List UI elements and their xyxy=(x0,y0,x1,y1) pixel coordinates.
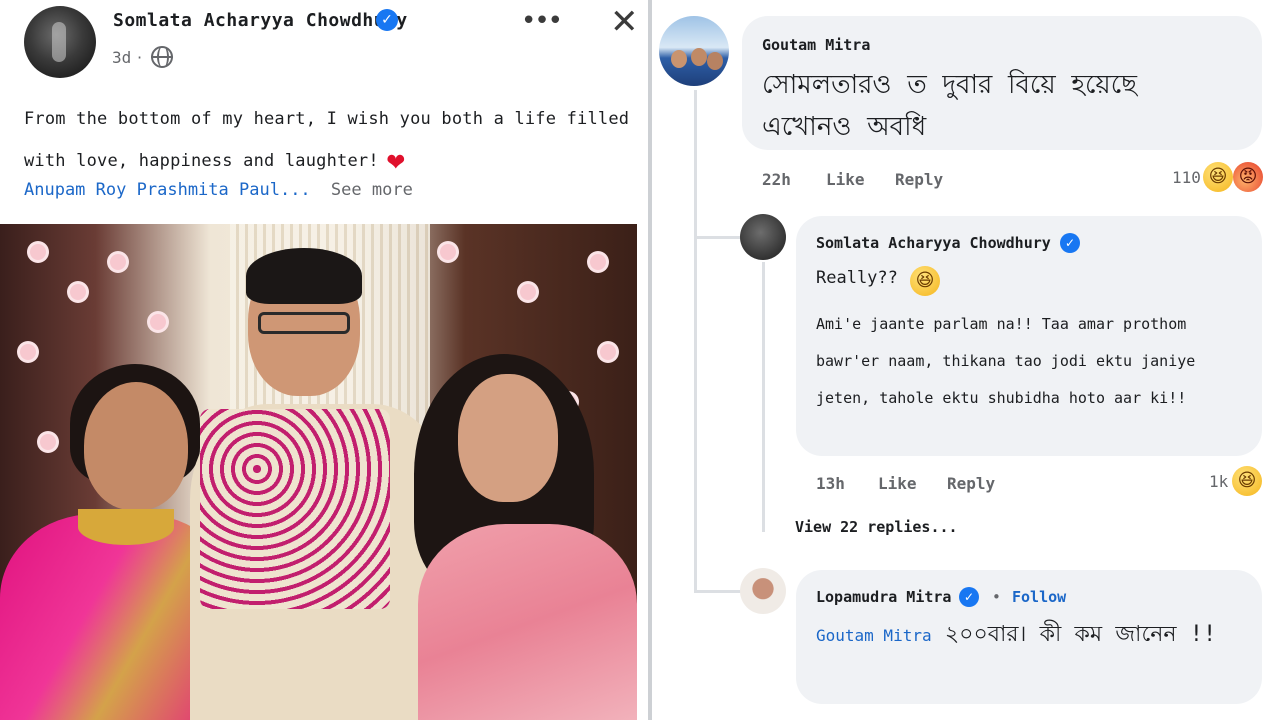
flower-decor xyxy=(600,344,616,360)
commenter-avatar-somlata[interactable] xyxy=(740,214,786,260)
flower-decor xyxy=(70,284,86,300)
commenter-avatar-goutam[interactable] xyxy=(659,16,729,86)
post-card: Somlata Acharyya Chowdhury ✓ 3d · ••• ✕ … xyxy=(0,0,648,720)
follow-separator: • xyxy=(992,588,1001,606)
tag-anupam[interactable]: Anupam xyxy=(24,180,85,200)
haha-emoji-icon[interactable]: 😆 xyxy=(1232,466,1262,496)
post-photo[interactable] xyxy=(0,224,637,720)
reaction-count[interactable]: 1k xyxy=(1209,472,1228,491)
flower-decor xyxy=(40,434,56,450)
post-text-line1: From the bottom of my heart, I wish you … xyxy=(24,109,630,129)
reaction-count[interactable]: 110 xyxy=(1172,168,1201,187)
more-options-icon[interactable]: ••• xyxy=(521,6,563,36)
verified-icon: ✓ xyxy=(376,9,398,31)
close-icon[interactable]: ✕ xyxy=(610,2,639,42)
flower-decor xyxy=(20,344,36,360)
flower-decor xyxy=(110,254,126,270)
person-left-face xyxy=(84,382,188,510)
person-center-hair xyxy=(246,248,362,304)
thread-connector xyxy=(694,590,742,593)
reply-author[interactable]: Somlata Acharyya Chowdhury xyxy=(816,234,1051,252)
thread-connector xyxy=(694,236,697,590)
reply-reply-button[interactable]: Reply xyxy=(947,474,995,493)
reply-like-button[interactable]: Like xyxy=(878,474,917,493)
see-more-link[interactable]: See more xyxy=(331,180,413,200)
heart-icon: ❤ xyxy=(386,143,406,178)
person-right-saree xyxy=(418,524,637,720)
comment-text: Goutam Mitra ২০০বার। কী কম জানেন !! xyxy=(816,614,1246,657)
comments-panel: Goutam Mitra সোমলতারও ত দুবার বিয়ে হয়ে… xyxy=(652,0,1280,720)
post-text: From the bottom of my heart, I wish you … xyxy=(24,98,634,182)
tag-paul[interactable]: Paul... xyxy=(239,180,311,200)
flower-decor xyxy=(440,244,456,260)
view-replies-link[interactable]: View 22 replies... xyxy=(795,518,958,536)
follow-button[interactable]: Follow xyxy=(1012,588,1066,606)
flower-decor xyxy=(30,244,46,260)
verified-icon: ✓ xyxy=(959,587,979,607)
flower-decor xyxy=(520,284,536,300)
person-left-necklace xyxy=(78,509,174,545)
flower-decor xyxy=(590,254,606,270)
verified-icon: ✓ xyxy=(1060,233,1080,253)
comment-time[interactable]: 22h xyxy=(762,170,791,189)
post-timestamp[interactable]: 3d xyxy=(112,48,131,67)
reply-text-line1: Really?? xyxy=(816,268,898,288)
post-time-separator: · xyxy=(137,48,143,67)
angry-emoji-icon[interactable]: 😡 xyxy=(1233,162,1263,192)
flower-decor xyxy=(150,314,166,330)
person-right-face xyxy=(458,374,558,502)
mention-link[interactable]: Goutam Mitra xyxy=(816,626,932,645)
comment-text-body: ২০০বার। কী কম জানেন !! xyxy=(944,622,1217,647)
reply-time[interactable]: 13h xyxy=(816,474,845,493)
post-author-name[interactable]: Somlata Acharyya Chowdhury xyxy=(113,10,408,31)
thread-connector xyxy=(694,236,742,239)
post-author-avatar[interactable] xyxy=(24,6,96,78)
commenter-avatar-lopamudra[interactable] xyxy=(740,568,786,614)
thread-connector xyxy=(694,90,697,238)
comment-reply-button[interactable]: Reply xyxy=(895,170,943,189)
comment-text: সোমলতারও ত দুবার বিয়ে হয়েছে এখোনও অবধি xyxy=(762,70,1137,142)
haha-emoji-icon[interactable]: 😆 xyxy=(1203,162,1233,192)
tag-roy[interactable]: Roy xyxy=(96,180,127,200)
post-text-line2-wrap: with love, happiness and laughter! ❤ xyxy=(24,140,634,182)
globe-icon xyxy=(151,46,173,68)
post-text-line2: with love, happiness and laughter! xyxy=(24,151,379,171)
haha-emoji-icon: 😆 xyxy=(910,266,940,296)
person-center-embroidery xyxy=(200,409,390,609)
thread-connector xyxy=(762,262,765,532)
comment-author[interactable]: Lopamudra Mitra xyxy=(816,588,951,606)
tag-prashmita[interactable]: Prashmita xyxy=(137,180,229,200)
post-tags: Anupam Roy Prashmita Paul... See more xyxy=(24,180,413,200)
comment-author[interactable]: Goutam Mitra xyxy=(762,36,870,54)
person-center-glasses xyxy=(258,312,350,334)
reply-text-body: Ami'e jaante parlam na!! Taa amar protho… xyxy=(816,315,1196,407)
comment-like-button[interactable]: Like xyxy=(826,170,865,189)
